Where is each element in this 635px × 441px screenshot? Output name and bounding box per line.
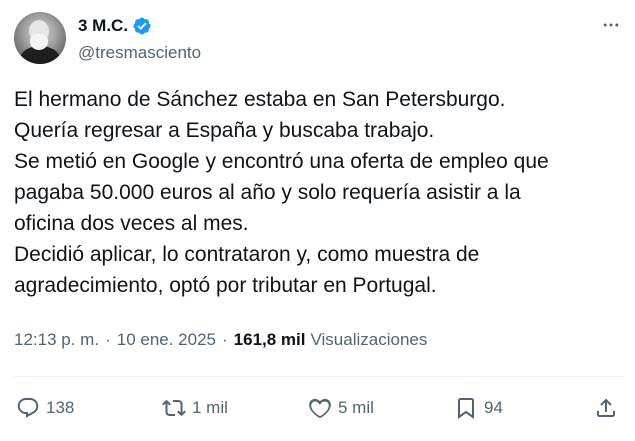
- reply-button[interactable]: 138: [16, 392, 74, 424]
- author-info: 3 M.C. @tresmasciento: [78, 15, 201, 63]
- tweet-line: agradecimiento, optó por tributar en Por…: [14, 274, 437, 297]
- tweet-line: Decidió aplicar, lo contrataron y, como …: [14, 243, 480, 266]
- views-count[interactable]: 161,8 mil: [234, 330, 306, 350]
- tweet-line: Quería regresar a España y buscaba traba…: [14, 119, 435, 142]
- tweet-time[interactable]: 12:13 p. m.: [14, 330, 99, 350]
- handle[interactable]: @tresmasciento: [78, 43, 201, 63]
- verified-badge-icon: [133, 17, 151, 35]
- tweet-line: El hermano de Sánchez estaba en San Pete…: [14, 88, 506, 111]
- divider: [14, 376, 624, 377]
- share-button[interactable]: [594, 392, 618, 424]
- display-name[interactable]: 3 M.C.: [78, 16, 128, 36]
- retweet-count: 1 mil: [192, 398, 228, 417]
- like-count: 5 mil: [338, 398, 374, 417]
- heart-icon: [309, 398, 331, 419]
- avatar[interactable]: [14, 12, 66, 64]
- reply-icon: [17, 398, 39, 418]
- like-button[interactable]: 5 mil: [308, 392, 374, 424]
- bookmark-icon: [458, 398, 474, 419]
- tweet-text: El hermano de Sánchez estaba en San Pete…: [14, 84, 614, 301]
- tweet-line: pagaba 50.000 euros al año y solo requer…: [14, 181, 521, 204]
- share-icon: [597, 398, 615, 417]
- more-icon: [603, 23, 619, 27]
- meta-separator: ·: [105, 330, 111, 349]
- bookmark-button[interactable]: 94: [454, 392, 503, 424]
- views-label[interactable]: Visualizaciones: [311, 330, 428, 350]
- tweet-line: Se metió en Google y encontró una oferta…: [14, 150, 549, 173]
- retweet-button[interactable]: 1 mil: [162, 392, 228, 424]
- reply-count: 138: [46, 398, 75, 417]
- tweet-meta: 12:13 p. m. · 10 ene. 2025 · 161,8 mil V…: [14, 330, 427, 350]
- retweet-icon: [162, 399, 186, 417]
- action-bar: 138 1 mil 5 mil 94: [14, 392, 624, 424]
- tweet-date[interactable]: 10 ene. 2025: [117, 330, 216, 350]
- bookmark-count: 94: [484, 398, 503, 417]
- tweet-header: 3 M.C. @tresmasciento: [14, 12, 624, 68]
- tweet-line: oficina dos veces al mes.: [14, 212, 249, 235]
- meta-separator: ·: [222, 330, 228, 349]
- more-button[interactable]: [598, 14, 624, 36]
